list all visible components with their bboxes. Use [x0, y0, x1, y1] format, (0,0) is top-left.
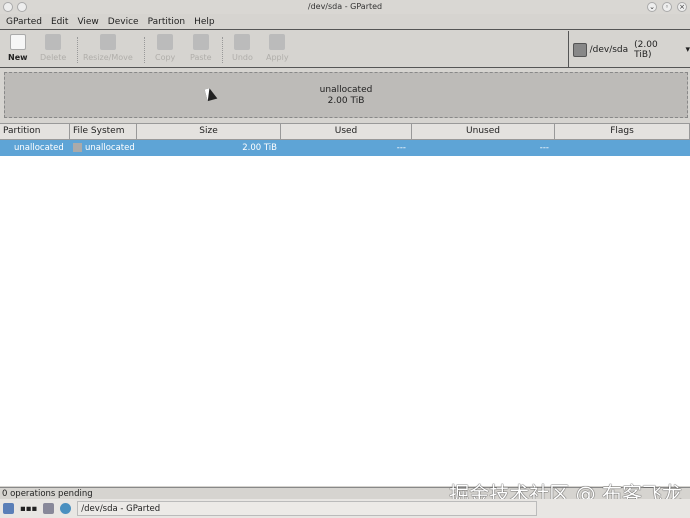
column-flags[interactable]: Flags — [555, 124, 690, 139]
column-partition[interactable]: Partition — [0, 124, 70, 139]
undo-icon — [234, 34, 251, 50]
browser-icon[interactable] — [60, 503, 72, 514]
new-button[interactable]: New — [8, 34, 28, 62]
column-unused[interactable]: Unused — [412, 124, 555, 139]
start-menu-icon[interactable] — [3, 503, 14, 514]
cell-size: 2.00 TiB — [242, 143, 277, 153]
column-size[interactable]: Size — [137, 124, 281, 139]
map-partition-name: unallocated — [319, 85, 373, 95]
window-title: /dev/sda - GParted — [307, 2, 383, 11]
menu-edit[interactable]: Edit — [51, 14, 68, 29]
partition-map[interactable]: unallocated 2.00 TiB — [4, 72, 688, 118]
cell-used: --- — [396, 143, 406, 153]
taskbar-task-gparted[interactable]: /dev/sda - GParted — [77, 501, 538, 516]
apply-icon — [269, 34, 286, 50]
menu-bar: GParted Edit View Device Partition Help — [0, 14, 690, 30]
column-used[interactable]: Used — [281, 124, 412, 139]
menu-gparted[interactable]: GParted — [6, 14, 42, 29]
device-selector[interactable]: /dev/sda (2.00 TiB) ▾ — [568, 31, 690, 68]
maximize-icon[interactable]: ◦ — [662, 2, 672, 12]
delete-icon — [45, 34, 62, 50]
file-manager-icon[interactable] — [43, 503, 55, 514]
cell-partition: unallocated — [14, 143, 64, 153]
column-file-system[interactable]: File System — [70, 124, 137, 139]
app-icon[interactable] — [3, 2, 13, 12]
separator — [222, 37, 223, 63]
resize-icon — [99, 34, 116, 50]
paste-button[interactable]: Paste — [190, 34, 212, 62]
cell-flags — [555, 140, 690, 156]
menu-help[interactable]: Help — [194, 14, 215, 29]
menu-partition[interactable]: Partition — [148, 14, 186, 29]
fs-color-swatch — [73, 143, 82, 152]
apply-button[interactable]: Apply — [266, 34, 289, 62]
cell-fs: unallocated — [85, 143, 135, 153]
copy-icon — [157, 34, 174, 50]
window-menu-icon[interactable] — [17, 2, 27, 12]
separator — [144, 37, 145, 63]
device-size: (2.00 TiB) — [634, 39, 658, 60]
chevron-down-icon: ▾ — [685, 44, 690, 55]
map-partition-size: 2.00 TiB — [327, 96, 365, 106]
taskbar: ▪▪▪ /dev/sda - GParted — [0, 499, 690, 518]
partition-table: Partition File System Size Used Unused F… — [0, 123, 690, 486]
delete-button[interactable]: Delete — [40, 34, 66, 62]
resize-move-button[interactable]: Resize/Move — [83, 34, 133, 62]
undo-button[interactable]: Undo — [232, 34, 253, 62]
disk-icon — [573, 42, 587, 57]
device-label: /dev/sda — [589, 44, 629, 55]
separator — [77, 37, 78, 63]
new-icon — [9, 34, 26, 50]
close-icon[interactable]: × — [677, 2, 687, 12]
desktops-icon[interactable]: ▪▪▪ — [20, 504, 37, 514]
table-row[interactable]: unallocated unallocated 2.00 TiB --- --- — [0, 140, 690, 156]
menu-view[interactable]: View — [77, 14, 98, 29]
paste-icon — [192, 34, 209, 50]
minimize-icon[interactable]: ⌄ — [647, 2, 657, 12]
menu-device[interactable]: Device — [108, 14, 139, 29]
title-bar: /dev/sda - GParted ⌄ ◦ × — [0, 0, 690, 14]
copy-button[interactable]: Copy — [155, 34, 175, 62]
table-header: Partition File System Size Used Unused F… — [0, 124, 690, 140]
cell-unused: --- — [539, 143, 549, 153]
